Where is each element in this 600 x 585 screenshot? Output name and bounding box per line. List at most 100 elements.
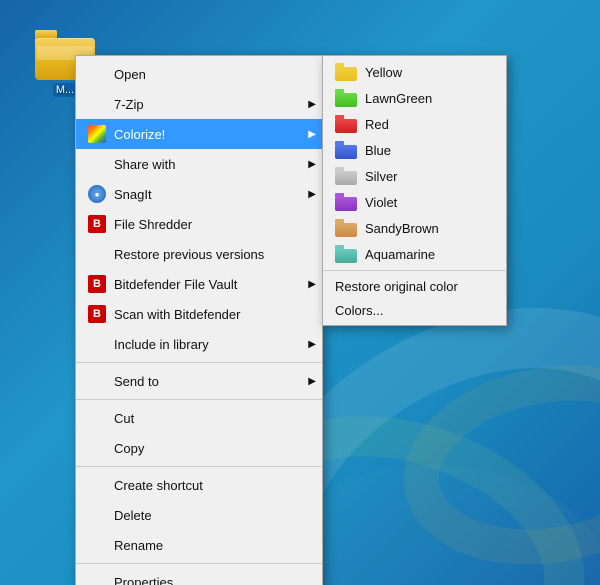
- menu-item-send-to[interactable]: Send to ▶: [76, 366, 322, 396]
- colorize-submenu: Yellow LawnGreen Red Blue Silver Violet SandyB…: [322, 55, 507, 326]
- delete-label: Delete: [114, 508, 306, 523]
- submenu-item-colors[interactable]: Colors...: [323, 298, 506, 322]
- context-menu: Open 7-Zip ▶ Colorize! ▶ Share with ▶ ●: [75, 55, 323, 585]
- scan-bitdefender-label: Scan with Bitdefender: [114, 307, 306, 322]
- restore-versions-label: Restore previous versions: [114, 247, 306, 262]
- colorize-arrow-icon: ▶: [308, 129, 316, 140]
- scan-bitdefender-icon: B: [86, 303, 108, 325]
- file-shredder-icon: B: [86, 213, 108, 235]
- menu-item-share-with[interactable]: Share with ▶: [76, 149, 322, 179]
- menu-item-snagit[interactable]: ● SnagIt ▶: [76, 179, 322, 209]
- color-label-violet: Violet: [365, 195, 397, 210]
- separator-4: [76, 563, 322, 564]
- send-to-arrow-icon: ▶: [308, 376, 316, 387]
- b-icon: B: [88, 215, 106, 233]
- submenu-colors-list: Yellow LawnGreen Red Blue Silver Violet SandyB…: [323, 59, 506, 267]
- b-icon-3: B: [88, 305, 106, 323]
- rename-label: Rename: [114, 538, 306, 553]
- share-arrow-icon: ▶: [308, 159, 316, 170]
- submenu-item-restore-original[interactable]: Restore original color: [323, 274, 506, 298]
- submenu-item-yellow[interactable]: Yellow: [323, 59, 506, 85]
- color-folder-yellow: [335, 63, 357, 81]
- bitdefender-vault-arrow-icon: ▶: [308, 279, 316, 290]
- menu-item-colorize[interactable]: Colorize! ▶: [76, 119, 322, 149]
- snagit-label: SnagIt: [114, 187, 306, 202]
- properties-label: Properties: [114, 575, 306, 585]
- color-folder-red: [335, 115, 357, 133]
- menu-item-create-shortcut[interactable]: Create shortcut: [76, 470, 322, 500]
- color-label-blue: Blue: [365, 143, 391, 158]
- color-label-yellow: Yellow: [365, 65, 402, 80]
- color-folder-violet: [335, 193, 357, 211]
- color-folder-lawngreen: [335, 89, 357, 107]
- menu-item-rename[interactable]: Rename: [76, 530, 322, 560]
- open-icon-area: [86, 63, 108, 85]
- 7zip-icon-area: [86, 93, 108, 115]
- file-shredder-label: File Shredder: [114, 217, 306, 232]
- menu-item-delete[interactable]: Delete: [76, 500, 322, 530]
- create-shortcut-icon-area: [86, 474, 108, 496]
- menu-item-file-shredder[interactable]: B File Shredder: [76, 209, 322, 239]
- menu-item-bitdefender-vault[interactable]: B Bitdefender File Vault ▶: [76, 269, 322, 299]
- menu-item-7zip[interactable]: 7-Zip ▶: [76, 89, 322, 119]
- copy-label: Copy: [114, 441, 306, 456]
- submenu-item-red[interactable]: Red: [323, 111, 506, 137]
- color-folder-sandybrown: [335, 219, 357, 237]
- share-with-label: Share with: [114, 157, 306, 172]
- color-folder-aquamarine: [335, 245, 357, 263]
- submenu-item-lawngreen[interactable]: LawnGreen: [323, 85, 506, 111]
- open-label: Open: [114, 67, 306, 82]
- delete-icon-area: [86, 504, 108, 526]
- 7zip-label: 7-Zip: [114, 97, 306, 112]
- copy-icon-area: [86, 437, 108, 459]
- snagit-icon: ●: [86, 183, 108, 205]
- color-label-aquamarine: Aquamarine: [365, 247, 435, 262]
- send-to-icon-area: [86, 370, 108, 392]
- menu-item-properties[interactable]: Properties: [76, 567, 322, 585]
- submenu-item-blue[interactable]: Blue: [323, 137, 506, 163]
- submenu-item-sandybrown[interactable]: SandyBrown: [323, 215, 506, 241]
- globe-icon: ●: [88, 185, 106, 203]
- menu-item-include-library[interactable]: Include in library ▶: [76, 329, 322, 359]
- share-icon-area: [86, 153, 108, 175]
- include-library-label: Include in library: [114, 337, 306, 352]
- color-label-lawngreen: LawnGreen: [365, 91, 432, 106]
- separator-2: [76, 399, 322, 400]
- restore-versions-icon-area: [86, 243, 108, 265]
- rename-icon-area: [86, 534, 108, 556]
- color-folder-silver: [335, 167, 357, 185]
- menu-item-cut[interactable]: Cut: [76, 403, 322, 433]
- color-label-sandybrown: SandyBrown: [365, 221, 439, 236]
- separator-1: [76, 362, 322, 363]
- snagit-arrow-icon: ▶: [308, 189, 316, 200]
- colorize-label: Colorize!: [114, 127, 306, 142]
- menu-item-restore-versions[interactable]: Restore previous versions: [76, 239, 322, 269]
- color-label-red: Red: [365, 117, 389, 132]
- color-folder-blue: [335, 141, 357, 159]
- bitdefender-vault-icon: B: [86, 273, 108, 295]
- properties-icon-area: [86, 571, 108, 585]
- include-library-icon-area: [86, 333, 108, 355]
- cut-label: Cut: [114, 411, 306, 426]
- send-to-label: Send to: [114, 374, 306, 389]
- menu-item-copy[interactable]: Copy: [76, 433, 322, 463]
- menu-item-open[interactable]: Open: [76, 59, 322, 89]
- create-shortcut-label: Create shortcut: [114, 478, 306, 493]
- rainbow-icon: [88, 125, 106, 143]
- color-label-silver: Silver: [365, 169, 398, 184]
- submenu-item-silver[interactable]: Silver: [323, 163, 506, 189]
- menu-item-scan-bitdefender[interactable]: B Scan with Bitdefender: [76, 299, 322, 329]
- submenu-item-aquamarine[interactable]: Aquamarine: [323, 241, 506, 267]
- submenu-item-violet[interactable]: Violet: [323, 189, 506, 215]
- bitdefender-vault-label: Bitdefender File Vault: [114, 277, 306, 292]
- folder-label: M...: [53, 83, 77, 97]
- 7zip-arrow-icon: ▶: [308, 99, 316, 110]
- include-library-arrow-icon: ▶: [308, 339, 316, 350]
- desktop: M... Open 7-Zip ▶ Colorize! ▶ Share with…: [0, 0, 600, 585]
- colors-label: Colors...: [335, 303, 383, 318]
- restore-original-label: Restore original color: [335, 279, 458, 294]
- colorize-icon: [86, 123, 108, 145]
- separator-3: [76, 466, 322, 467]
- b-icon-2: B: [88, 275, 106, 293]
- submenu-separator-1: [323, 270, 506, 271]
